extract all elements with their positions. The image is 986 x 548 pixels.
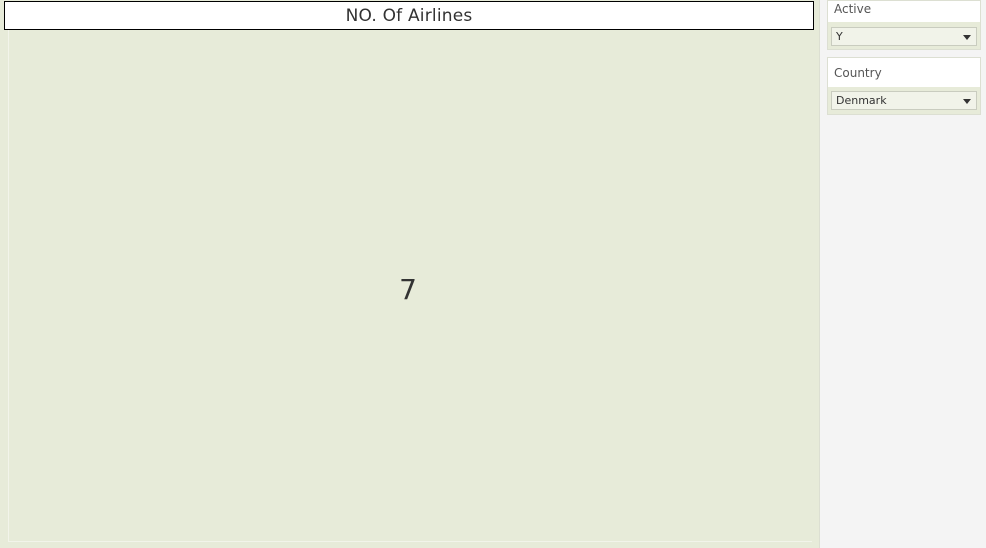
filter-card-active: Active Y [827, 0, 981, 50]
filter-select-area-country: Denmark [828, 87, 980, 114]
filter-label-country: Country [834, 66, 882, 80]
active-filter-selected-value: Y [836, 30, 843, 43]
filter-select-area-active: Y [828, 22, 980, 49]
filter-label-active: Active [834, 2, 872, 16]
active-filter-dropdown[interactable]: Y [831, 27, 977, 46]
filter-card-country: Country Denmark [827, 57, 981, 115]
country-filter-selected-value: Denmark [836, 94, 887, 107]
country-filter-dropdown[interactable]: Denmark [831, 91, 977, 110]
chevron-down-icon [963, 35, 971, 40]
worksheet-title: NO. Of Airlines [4, 1, 814, 30]
chevron-down-icon [963, 99, 971, 104]
kpi-value[interactable]: 7 [360, 268, 456, 312]
worksheet-canvas: NO. Of Airlines 7 [0, 0, 820, 548]
